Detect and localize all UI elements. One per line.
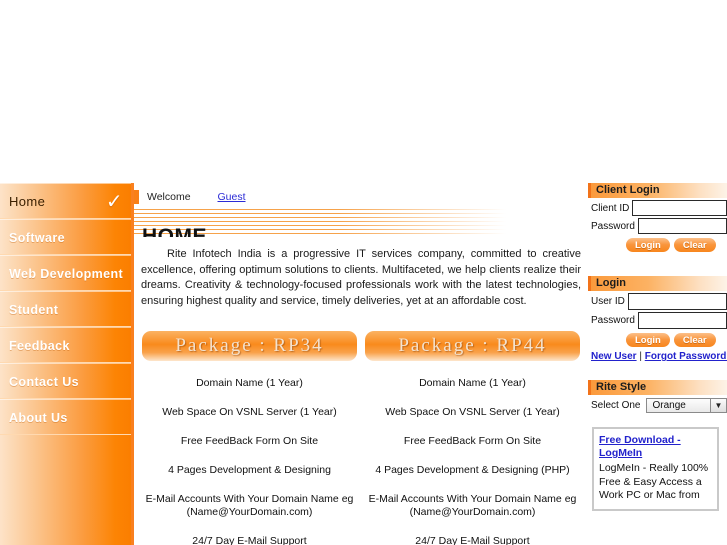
style-select[interactable]: Orange ▼ <box>646 398 727 413</box>
sidebar-item-label: Contact Us <box>9 375 79 389</box>
client-login-buttons: Login Clear <box>588 238 727 252</box>
client-password-label: Password <box>591 220 635 232</box>
package-title: Package : RP44 <box>365 331 580 361</box>
sidebar-item-home[interactable]: Home ✓ <box>0 183 131 219</box>
welcome-bar: Welcome Guest <box>134 188 588 206</box>
client-login-button[interactable]: Login <box>626 238 670 252</box>
select-one-label: Select One <box>591 400 641 411</box>
sidebar-filler <box>0 435 131 545</box>
rite-style-panel: Rite Style Select One Orange ▼ <box>588 380 727 413</box>
user-id-label: User ID <box>591 296 625 307</box>
package-feature: 24/7 Day E-Mail Support <box>415 535 530 545</box>
package-feature-list: Domain Name (1 Year) Web Space On VSNL S… <box>365 377 580 545</box>
package-card-rp44: Package : RP44 Domain Name (1 Year) Web … <box>365 331 580 545</box>
ad-link[interactable]: Free Download - LogMeIn <box>599 434 713 460</box>
chevron-down-icon: ▼ <box>710 399 726 412</box>
guest-link[interactable]: Guest <box>218 191 246 203</box>
user-password-label: Password <box>591 315 635 326</box>
check-icon: ✓ <box>105 191 123 213</box>
sidebar-item-label: Software <box>9 231 65 245</box>
sidebar-item-label: Feedback <box>9 339 70 353</box>
package-feature: Web Space On VSNL Server (1 Year) <box>385 406 560 418</box>
client-id-label: Client ID <box>591 202 630 214</box>
sidebar-item-software[interactable]: Software <box>0 219 131 255</box>
user-password-input[interactable] <box>637 312 727 329</box>
sidebar-item-label: Web Development <box>9 267 124 281</box>
client-password-input[interactable] <box>637 218 727 234</box>
style-select-row: Select One Orange ▼ <box>588 398 727 413</box>
package-feature: Free FeedBack Form On Site <box>403 435 542 447</box>
sidebar-item-student[interactable]: Student <box>0 291 131 327</box>
package-feature: Domain Name (1 Year) <box>419 377 526 389</box>
welcome-label: Welcome <box>147 191 191 203</box>
package-feature: Free FeedBack Form On Site <box>180 435 319 447</box>
clear-button[interactable]: Clear <box>673 333 716 347</box>
client-login-panel: Client Login Client ID Password Login Cl… <box>588 183 727 252</box>
package-feature-list: Domain Name (1 Year) Web Space On VSNL S… <box>142 377 357 545</box>
page-body: Home ✓ Software Web Development Student … <box>0 183 727 545</box>
package-feature: 24/7 Day E-Mail Support <box>192 535 307 545</box>
package-feature: 4 Pages Development & Designing (PHP) <box>375 464 570 476</box>
login-button[interactable]: Login <box>626 333 670 347</box>
user-id-row: User ID <box>588 293 727 310</box>
sidebar-item-label: Home <box>9 194 46 209</box>
intro-paragraph: Rite Infotech India is a progressive IT … <box>141 248 581 307</box>
client-login-header: Client Login <box>588 183 727 198</box>
package-feature: 4 Pages Development & Designing <box>168 464 331 476</box>
user-id-input[interactable] <box>627 293 727 310</box>
package-feature: Domain Name (1 Year) <box>196 377 303 389</box>
client-id-input[interactable] <box>632 200 727 216</box>
user-password-row: Password <box>588 312 727 329</box>
package-title: Package : RP34 <box>142 331 357 361</box>
package-feature: E-Mail Accounts With Your Domain Name eg… <box>368 493 577 518</box>
package-card-rp34: Package : RP34 Domain Name (1 Year) Web … <box>142 331 357 545</box>
main-content: Welcome Guest HOME Rite Infotech India i… <box>131 183 588 545</box>
login-header: Login <box>588 276 727 291</box>
package-feature: Web Space On VSNL Server (1 Year) <box>162 406 337 418</box>
client-password-row: Password <box>588 218 727 234</box>
sidebar-item-label: Student <box>9 303 59 317</box>
sidebar-item-about-us[interactable]: About Us <box>0 399 131 435</box>
rite-style-header: Rite Style <box>588 380 727 395</box>
packages-row: Package : RP34 Domain Name (1 Year) Web … <box>134 331 588 545</box>
client-id-row: Client ID <box>588 200 727 216</box>
ad-text: LogMeIn - Really 100% Free & Easy Access… <box>599 462 709 501</box>
login-buttons: Login Clear <box>588 333 727 347</box>
sidebar-nav: Home ✓ Software Web Development Student … <box>0 183 131 545</box>
page-title-banner: HOME <box>134 209 588 248</box>
sidebar-item-label: About Us <box>9 411 68 425</box>
forgot-password-link[interactable]: Forgot Password? <box>645 351 727 362</box>
sidebar-item-feedback[interactable]: Feedback <box>0 327 131 363</box>
link-separator: | <box>636 351 645 362</box>
right-sidebar: Client Login Client ID Password Login Cl… <box>588 183 727 545</box>
client-clear-button[interactable]: Clear <box>673 238 716 252</box>
ad-box: Free Download - LogMeIn LogMeIn - Really… <box>592 427 719 511</box>
package-feature: E-Mail Accounts With Your Domain Name eg… <box>145 493 354 518</box>
new-user-link[interactable]: New User <box>591 351 637 362</box>
sidebar-item-web-development[interactable]: Web Development <box>0 255 131 291</box>
sidebar-item-contact-us[interactable]: Contact Us <box>0 363 131 399</box>
login-links: New User | Forgot Password? <box>588 351 727 362</box>
login-panel: Login User ID Password Login Clear New U… <box>588 276 727 362</box>
bullet-icon <box>134 190 139 204</box>
